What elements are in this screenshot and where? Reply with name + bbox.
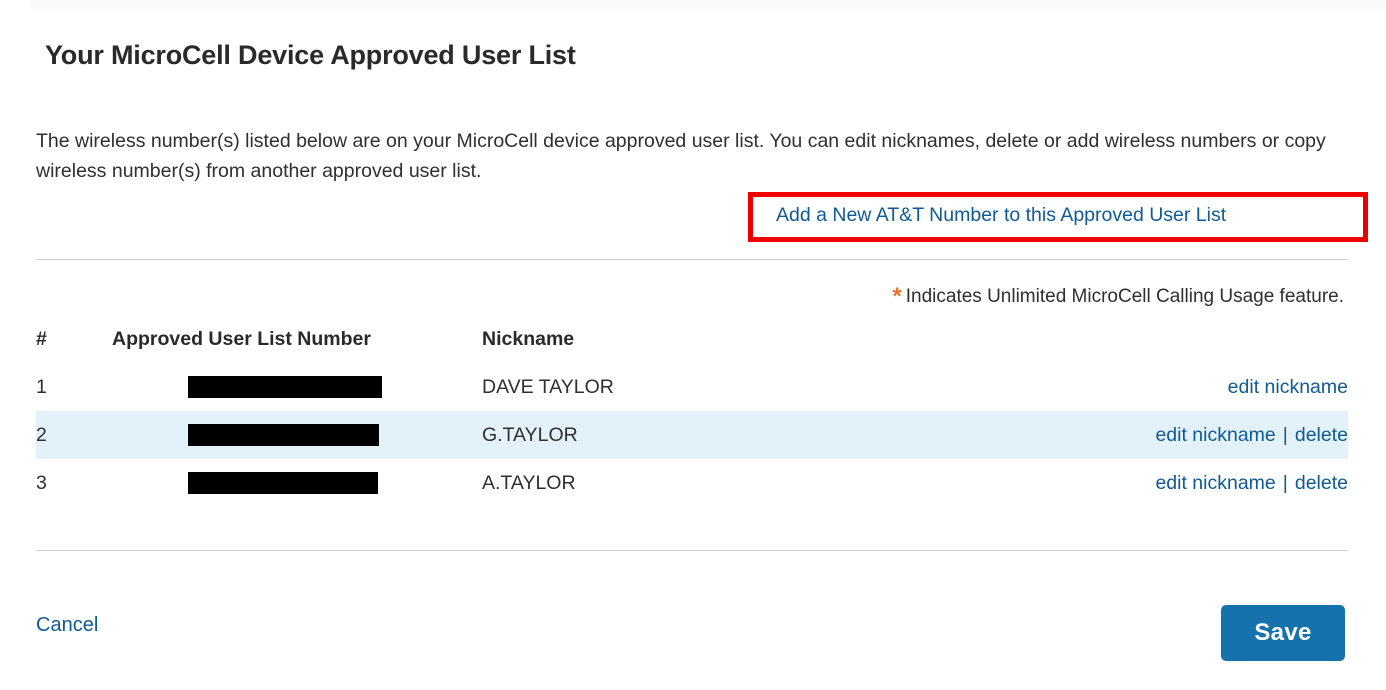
delete-link[interactable]: delete	[1295, 472, 1348, 494]
divider-top	[36, 259, 1348, 260]
row-nickname: A.TAYLOR	[482, 471, 576, 494]
row-number	[112, 363, 482, 411]
redacted-phone-number	[188, 424, 379, 446]
header-actions	[1042, 328, 1348, 363]
redacted-phone-number	[188, 472, 378, 494]
table-header-row: # Approved User List Number Nickname	[36, 328, 1348, 363]
asterisk-icon: *	[892, 283, 902, 310]
row-actions: edit nickname | delete	[1042, 459, 1348, 507]
edit-nickname-link[interactable]: edit nickname	[1155, 472, 1275, 494]
page-title: Your MicroCell Device Approved User List	[45, 40, 576, 71]
header-index: #	[36, 328, 47, 350]
table-row: 3 A.TAYLOR edit nickname | delete	[36, 459, 1348, 507]
edit-nickname-link[interactable]: edit nickname	[1155, 424, 1275, 446]
legend-text: Indicates Unlimited MicroCell Calling Us…	[905, 286, 1344, 307]
edit-nickname-link[interactable]: edit nickname	[1228, 376, 1348, 398]
action-separator: |	[1282, 471, 1288, 494]
action-separator: |	[1282, 423, 1288, 446]
row-index: 2	[36, 411, 112, 459]
row-number	[112, 411, 482, 459]
cancel-button[interactable]: Cancel	[36, 614, 98, 637]
table-row: 1 DAVE TAYLOR edit nickname	[36, 363, 1348, 411]
intro-paragraph: The wireless number(s) listed below are …	[36, 129, 1326, 182]
redacted-phone-number	[188, 376, 382, 398]
add-new-att-number-link[interactable]: Add a New AT&T Number to this Approved U…	[776, 204, 1226, 227]
row-nickname: G.TAYLOR	[482, 411, 1042, 459]
delete-link[interactable]: delete	[1295, 424, 1348, 446]
header-nickname: Nickname	[482, 328, 575, 350]
row-nickname: DAVE TAYLOR	[482, 375, 614, 398]
approved-user-list-page: Your MicroCell Device Approved User List…	[0, 0, 1386, 690]
row-actions: edit nickname	[1042, 363, 1348, 411]
header-number: Approved User List Number	[112, 328, 371, 350]
save-button[interactable]: Save	[1221, 605, 1345, 661]
divider-bottom	[36, 550, 1348, 551]
row-number	[112, 459, 482, 507]
legend-note: * Indicates Unlimited MicroCell Calling U…	[892, 283, 1344, 311]
row-actions: edit nickname | delete	[1042, 411, 1348, 459]
row-index: 1	[36, 375, 47, 398]
approved-user-table: # Approved User List Number Nickname 1 D…	[36, 328, 1348, 507]
row-index: 3	[36, 471, 47, 494]
table-row: 2 G.TAYLOR edit nickname | delete	[36, 411, 1348, 459]
